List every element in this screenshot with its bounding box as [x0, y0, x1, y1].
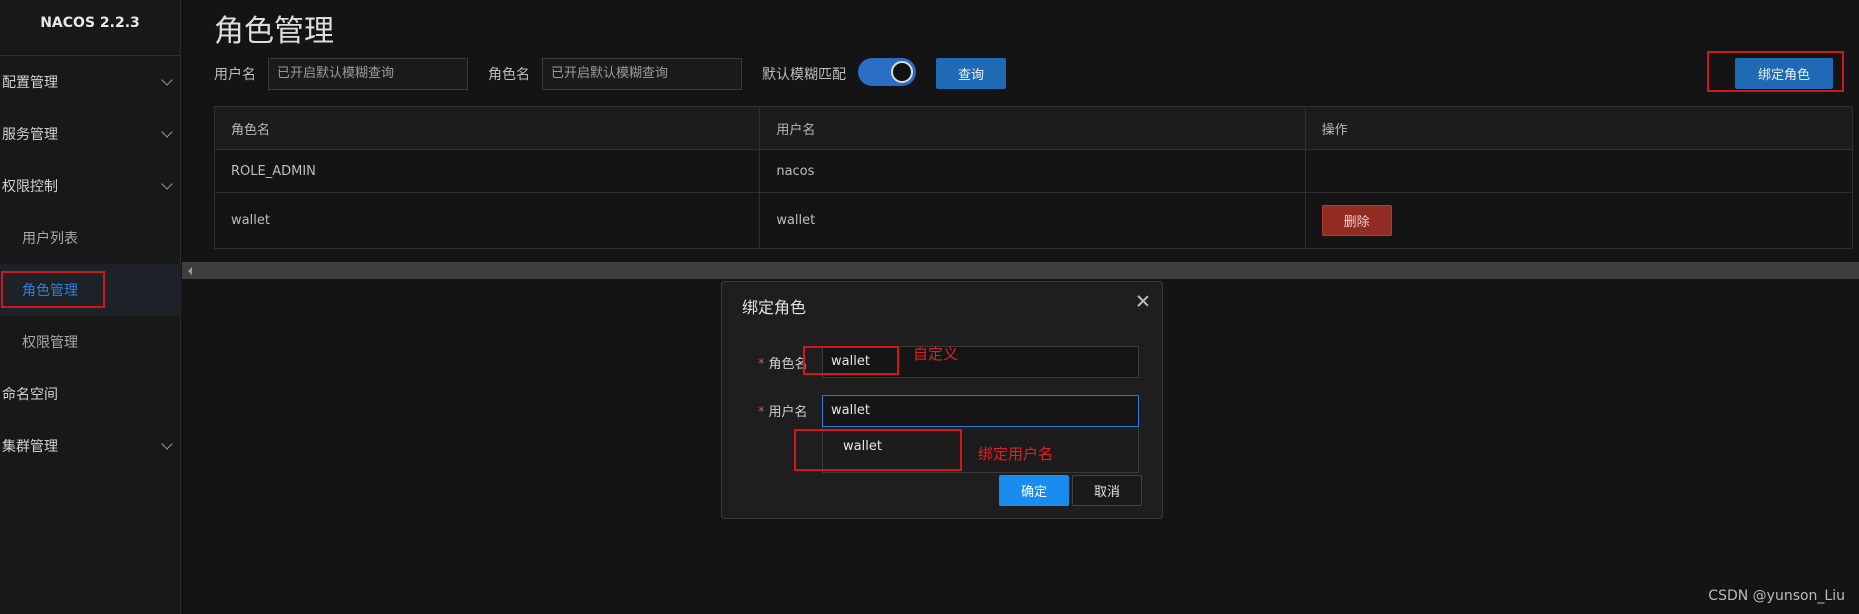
sidebar-item-config[interactable]: 配置管理 — [0, 56, 181, 108]
fuzzy-match-label: 默认模糊匹配 — [762, 67, 846, 83]
cell-user: wallet — [760, 193, 1306, 248]
role-name-label: * 角色名 — [758, 357, 808, 372]
scroll-left-icon[interactable] — [188, 267, 192, 275]
username-filter-label: 用户名 — [214, 67, 256, 83]
sidebar-item-label: 权限管理 — [22, 335, 78, 351]
table-row: ROLE_ADMIN nacos — [215, 150, 1852, 193]
annotation-box-role-menu — [1, 271, 105, 308]
delete-button[interactable]: 删除 — [1321, 205, 1392, 236]
sidebar-item-cluster[interactable]: 集群管理 — [0, 420, 181, 472]
username-input[interactable]: wallet — [822, 395, 1139, 427]
watermark: CSDN @yunson_Liu — [1708, 588, 1845, 604]
sidebar-item-label: 配置管理 — [2, 75, 58, 91]
table-header-row: 角色名 用户名 操作 — [215, 107, 1852, 150]
cell-action — [1306, 150, 1852, 192]
chevron-down-icon — [161, 126, 173, 138]
chevron-down-icon — [161, 178, 173, 190]
sidebar-item-service[interactable]: 服务管理 — [0, 108, 181, 160]
close-icon[interactable] — [1136, 294, 1150, 308]
roles-table: 角色名 用户名 操作 ROLE_ADMIN nacos wallet walle… — [214, 106, 1853, 249]
username-filter-input[interactable]: 已开启默认模糊查询 — [268, 58, 468, 90]
cell-role: wallet — [215, 193, 761, 248]
toggle-knob — [891, 61, 913, 83]
username-label: * 用户名 — [758, 405, 808, 420]
annotation-custom-note: 自定义 — [913, 345, 959, 363]
required-icon: * — [758, 357, 765, 372]
column-header-action: 操作 — [1321, 122, 1348, 138]
sidebar-item-label: 用户列表 — [22, 231, 78, 247]
required-icon: * — [758, 405, 765, 420]
role-filter-input[interactable]: 已开启默认模糊查询 — [542, 58, 742, 90]
horizontal-scrollbar[interactable] — [182, 262, 1859, 279]
column-header-user: 用户名 — [760, 107, 1306, 149]
bind-role-dialog: 绑定角色 * 角色名 wallet * 用户名 wallet wallet 确定 取… — [721, 281, 1163, 519]
page-title: 角色管理 — [214, 14, 334, 49]
sidebar-item-label: 权限控制 — [2, 179, 58, 195]
sidebar-item-label: 服务管理 — [2, 127, 58, 143]
annotation-box-role-name — [803, 346, 899, 375]
table-row: wallet wallet 删除 — [215, 193, 1852, 248]
sidebar-item-permission[interactable]: 权限管理 — [0, 316, 181, 368]
confirm-button[interactable]: 确定 — [999, 475, 1069, 506]
fuzzy-match-toggle[interactable] — [858, 58, 916, 86]
sidebar-item-namespace[interactable]: 命名空间 — [0, 368, 181, 420]
annotation-box-suggestion — [794, 429, 962, 471]
sidebar-item-label: 命名空间 — [2, 387, 58, 403]
sidebar-item-label: 集群管理 — [2, 439, 58, 455]
app-logo: NACOS 2.2.3 — [0, 0, 180, 56]
annotation-bind-user-note: 绑定用户名 — [978, 445, 1054, 463]
cell-role: ROLE_ADMIN — [215, 150, 761, 192]
search-button[interactable]: 查询 — [936, 58, 1006, 89]
sidebar-item-user-list[interactable]: 用户列表 — [0, 212, 181, 264]
column-header-role: 角色名 — [215, 107, 761, 149]
dialog-title: 绑定角色 — [742, 298, 807, 317]
cell-action: 删除 — [1306, 193, 1852, 248]
sidebar-item-auth[interactable]: 权限控制 — [0, 160, 181, 212]
chevron-down-icon — [161, 74, 173, 86]
chevron-down-icon — [161, 438, 173, 450]
cell-user: nacos — [760, 150, 1306, 192]
cancel-button[interactable]: 取消 — [1072, 475, 1142, 506]
annotation-box-bind-role — [1707, 51, 1844, 92]
role-filter-label: 角色名 — [488, 67, 530, 83]
